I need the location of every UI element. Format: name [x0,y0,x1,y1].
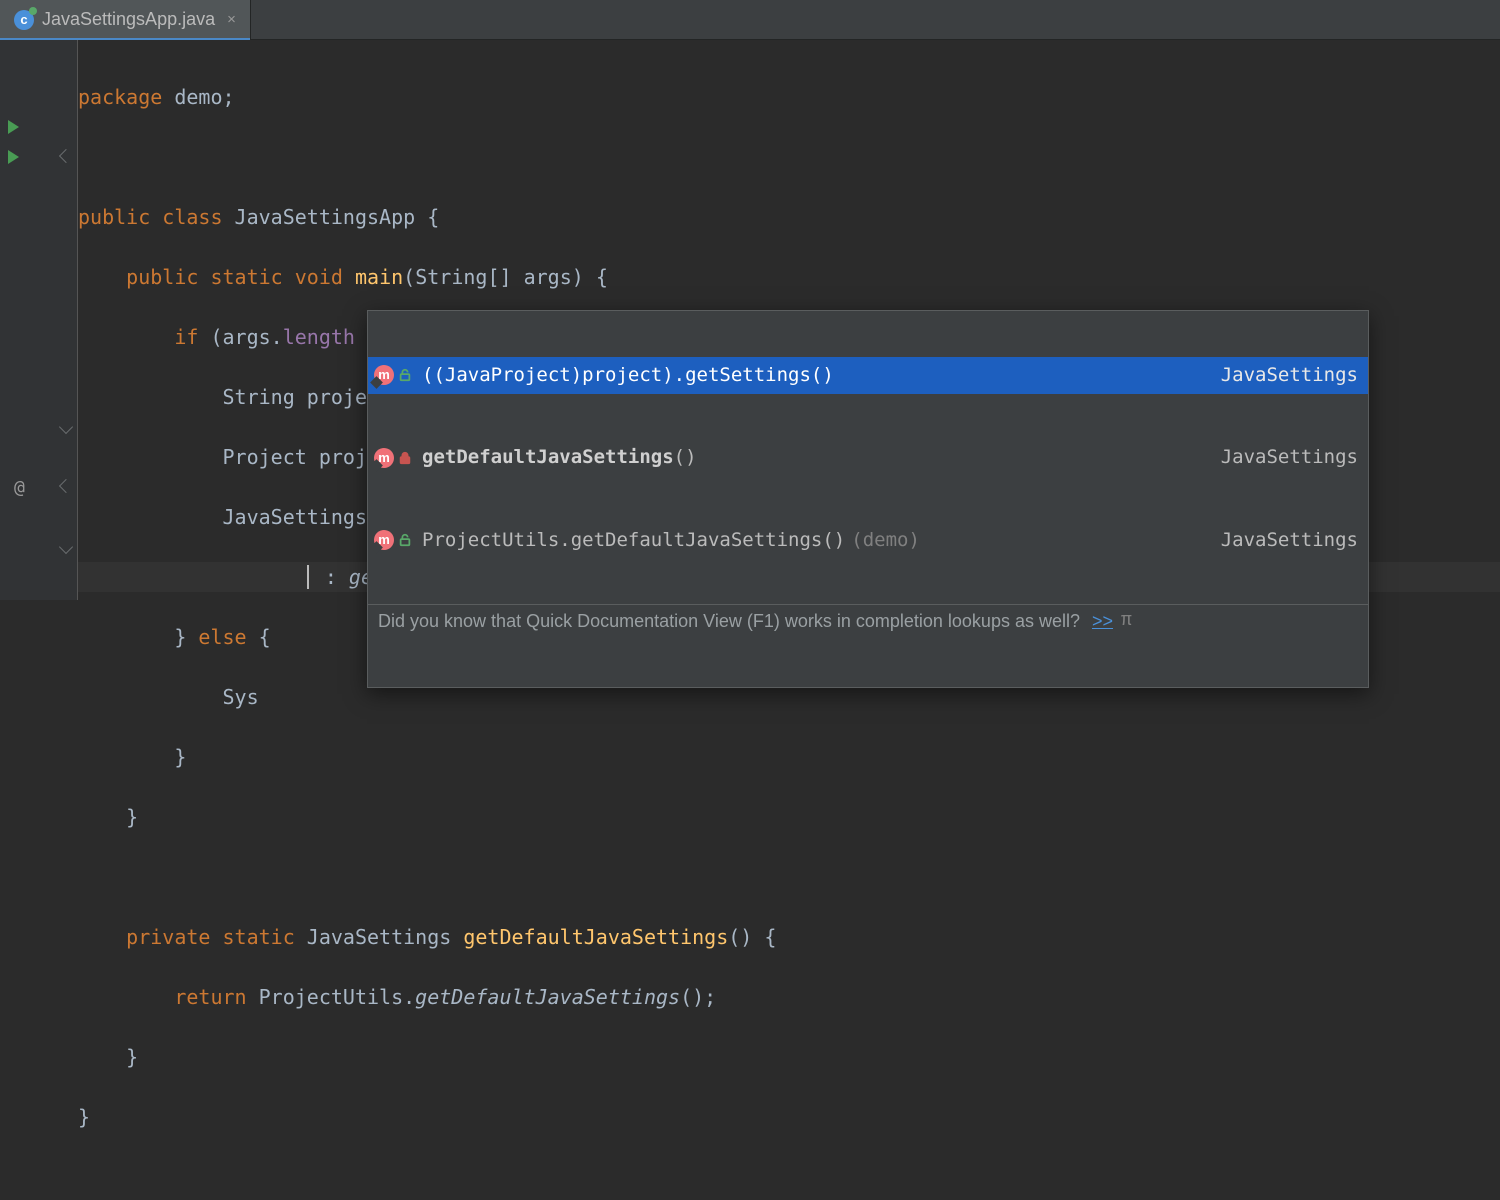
completion-label: ProjectUtils.getDefaultJavaSettings()(de… [422,529,1221,552]
code-area[interactable]: package demo; public class JavaSettingsA… [78,40,1500,600]
completion-label: ((JavaProject)project).getSettings() [422,364,1221,387]
fold-close-icon[interactable] [59,540,73,554]
completion-label: getDefaultJavaSettings() [422,446,1221,469]
gutter[interactable]: @ [0,40,78,600]
method-icon: m [374,448,394,468]
fold-close-icon[interactable] [59,420,73,434]
run-triangle-icon[interactable] [8,120,19,134]
public-visibility-icon [398,533,412,547]
java-class-icon [14,10,34,30]
completion-return-type: JavaSettings [1221,364,1358,387]
fold-icon[interactable] [59,478,73,492]
completion-return-type: JavaSettings [1221,529,1358,552]
close-icon[interactable]: × [227,11,236,28]
private-visibility-icon [398,451,412,465]
method-icon: m [374,530,394,550]
completion-popup: m ((JavaProject)project).getSettings() J… [367,310,1369,688]
method-icon: m [374,365,394,385]
tab-filename: JavaSettingsApp.java [42,9,215,30]
completion-item[interactable]: m ((JavaProject)project).getSettings() J… [368,357,1368,394]
completion-return-type: JavaSettings [1221,446,1358,469]
completion-tip: Did you know that Quick Documentation Vi… [368,604,1368,641]
editor-tabbar: JavaSettingsApp.java × [0,0,1500,40]
public-visibility-icon [398,368,412,382]
completion-item[interactable]: m ProjectUtils.getDefaultJavaSettings()(… [368,522,1368,559]
fold-icon[interactable] [59,148,73,162]
tip-more-link[interactable]: >> [1092,611,1113,633]
file-tab[interactable]: JavaSettingsApp.java × [0,0,251,39]
editor: @ package demo; public class JavaSetting… [0,40,1500,600]
pi-icon: π [1121,611,1132,633]
run-triangle-icon[interactable] [8,150,19,164]
text-caret [307,565,309,589]
annotation-override-icon[interactable]: @ [14,477,25,498]
completion-item[interactable]: m getDefaultJavaSettings() JavaSettings [368,439,1368,476]
